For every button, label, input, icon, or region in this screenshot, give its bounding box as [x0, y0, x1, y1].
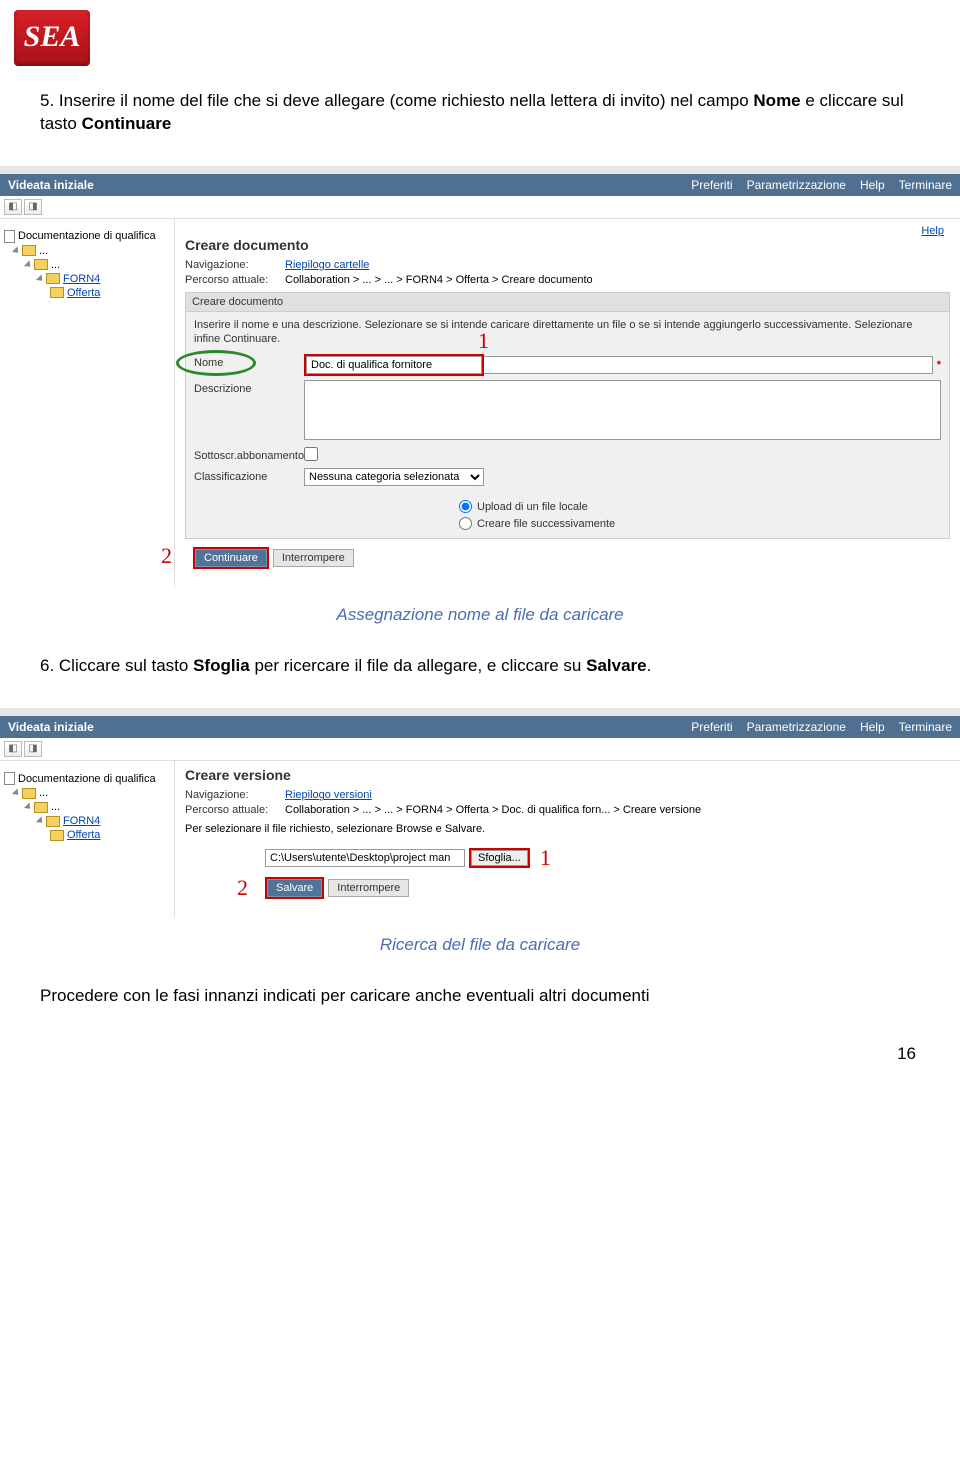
nome-ext-input[interactable] — [484, 356, 933, 374]
nome-input[interactable] — [306, 356, 482, 374]
tree-root[interactable]: Documentazione di qualifica — [18, 230, 156, 242]
label-salvare: Salvare — [586, 656, 647, 675]
nav-link[interactable]: Riepilogo cartelle — [285, 259, 369, 271]
step6-text: 6. Cliccare sul tasto Sfoglia per ricerc… — [40, 655, 920, 678]
toolbar-icon[interactable]: ◧ — [4, 199, 22, 215]
classificazione-select[interactable]: Nessuna categoria selezionata — [304, 468, 484, 486]
path-label: Percorso attuale: — [185, 804, 285, 816]
pane-title: Creare versione — [185, 767, 950, 783]
continuare-button[interactable]: Continuare — [195, 549, 267, 567]
classificazione-label: Classificazione — [194, 468, 304, 483]
doc-icon — [4, 772, 15, 785]
tree-root[interactable]: Documentazione di qualifica — [18, 773, 156, 785]
caption-1: Assegnazione nome al file da caricare — [40, 605, 920, 625]
nav-label: Navigazione: — [185, 789, 285, 801]
folder-icon — [34, 802, 48, 813]
header-preferiti[interactable]: Preferiti — [691, 178, 732, 192]
breadcrumb: Collaboration > ... > ... > FORN4 > Offe… — [285, 804, 701, 816]
screenshot-creare-documento: Videata iniziale Preferiti Parametrizzaz… — [0, 166, 960, 588]
nav-link[interactable]: Riepilogo versioni — [285, 789, 372, 801]
sidebar-tree: Documentazione di qualifica ... ... FORN… — [0, 761, 175, 916]
radio-creare-label: Creare file successivamente — [477, 518, 615, 530]
sottoscr-checkbox[interactable] — [304, 447, 318, 461]
radio-upload-locale[interactable] — [459, 500, 472, 513]
tree-offerta[interactable]: Offerta — [67, 829, 100, 841]
sfoglia-button[interactable]: Sfoglia... — [471, 850, 528, 866]
tree-dots[interactable]: ... — [39, 787, 48, 799]
callout-1: 1 — [478, 328, 489, 354]
toolbar-icon[interactable]: ◧ — [4, 741, 22, 757]
step5-text: 5. Inserire il nome del file che si deve… — [40, 90, 920, 136]
nav-label: Navigazione: — [185, 259, 285, 271]
instruction-text: Per selezionare il file richiesto, selez… — [185, 822, 950, 836]
folder-icon — [46, 273, 60, 284]
toolbar: ◧ ◨ — [0, 738, 960, 761]
section-header: Creare documento — [186, 293, 949, 312]
callout-2: 2 — [161, 543, 172, 569]
interrompere-button[interactable]: Interrompere — [273, 549, 354, 567]
sidebar-tree: Documentazione di qualifica ... ... FORN… — [0, 219, 175, 588]
folder-icon — [50, 830, 64, 841]
label-nome: Nome — [753, 91, 800, 110]
folder-icon — [22, 245, 36, 256]
breadcrumb: Collaboration > ... > ... > FORN4 > Offe… — [285, 274, 593, 286]
folder-icon — [22, 788, 36, 799]
instruction-text: Inserire il nome e una descrizione. Sele… — [194, 318, 941, 347]
tree-dots[interactable]: ... — [51, 259, 60, 271]
toolbar-icon[interactable]: ◨ — [24, 199, 42, 215]
doc-icon — [4, 230, 15, 243]
header-parametrizzazione[interactable]: Parametrizzazione — [747, 178, 846, 192]
folder-icon — [34, 259, 48, 270]
header-terminare[interactable]: Terminare — [899, 720, 952, 734]
radio-creare-dopo[interactable] — [459, 517, 472, 530]
tree-forn4[interactable]: FORN4 — [63, 273, 100, 285]
tree-dots[interactable]: ... — [51, 801, 60, 813]
path-label: Percorso attuale: — [185, 274, 285, 286]
caption-2: Ricerca del file da caricare — [40, 935, 920, 955]
callout-2: 2 — [237, 875, 248, 901]
callout-1: 1 — [540, 845, 551, 871]
folder-icon — [46, 816, 60, 827]
tree-dots[interactable]: ... — [39, 245, 48, 257]
required-star: * — [937, 359, 941, 371]
file-path-input[interactable] — [265, 849, 465, 867]
tree-forn4[interactable]: FORN4 — [63, 815, 100, 827]
header-terminare[interactable]: Terminare — [899, 178, 952, 192]
descrizione-input[interactable] — [304, 380, 941, 440]
header-title: Videata iniziale — [8, 720, 94, 734]
closing-text: Procedere con le fasi innanzi indicati p… — [0, 985, 920, 1008]
toolbar: ◧ ◨ — [0, 196, 960, 219]
header-help[interactable]: Help — [860, 720, 885, 734]
label-sfoglia: Sfoglia — [193, 656, 250, 675]
radio-upload-label: Upload di un file locale — [477, 501, 588, 513]
header-parametrizzazione[interactable]: Parametrizzazione — [747, 720, 846, 734]
sea-logo: SEA — [14, 10, 90, 66]
header-preferiti[interactable]: Preferiti — [691, 720, 732, 734]
folder-icon — [50, 287, 64, 298]
salvare-button[interactable]: Salvare — [267, 879, 322, 897]
header-help[interactable]: Help — [860, 178, 885, 192]
label-continuare: Continuare — [82, 114, 172, 133]
help-link[interactable]: Help — [185, 225, 950, 237]
screenshot-creare-versione: Videata iniziale Preferiti Parametrizzaz… — [0, 708, 960, 916]
page-number: 16 — [897, 1044, 916, 1064]
pane-title: Creare documento — [185, 237, 950, 253]
tree-offerta[interactable]: Offerta — [67, 287, 100, 299]
interrompere-button[interactable]: Interrompere — [328, 879, 409, 897]
nome-label: Nome — [194, 354, 304, 369]
sottoscr-label: Sottoscr.abbonamento — [194, 447, 304, 462]
header-title: Videata iniziale — [8, 178, 94, 192]
descrizione-label: Descrizione — [194, 380, 304, 395]
app-header: Videata iniziale Preferiti Parametrizzaz… — [0, 716, 960, 738]
app-header: Videata iniziale Preferiti Parametrizzaz… — [0, 174, 960, 196]
toolbar-icon[interactable]: ◨ — [24, 741, 42, 757]
